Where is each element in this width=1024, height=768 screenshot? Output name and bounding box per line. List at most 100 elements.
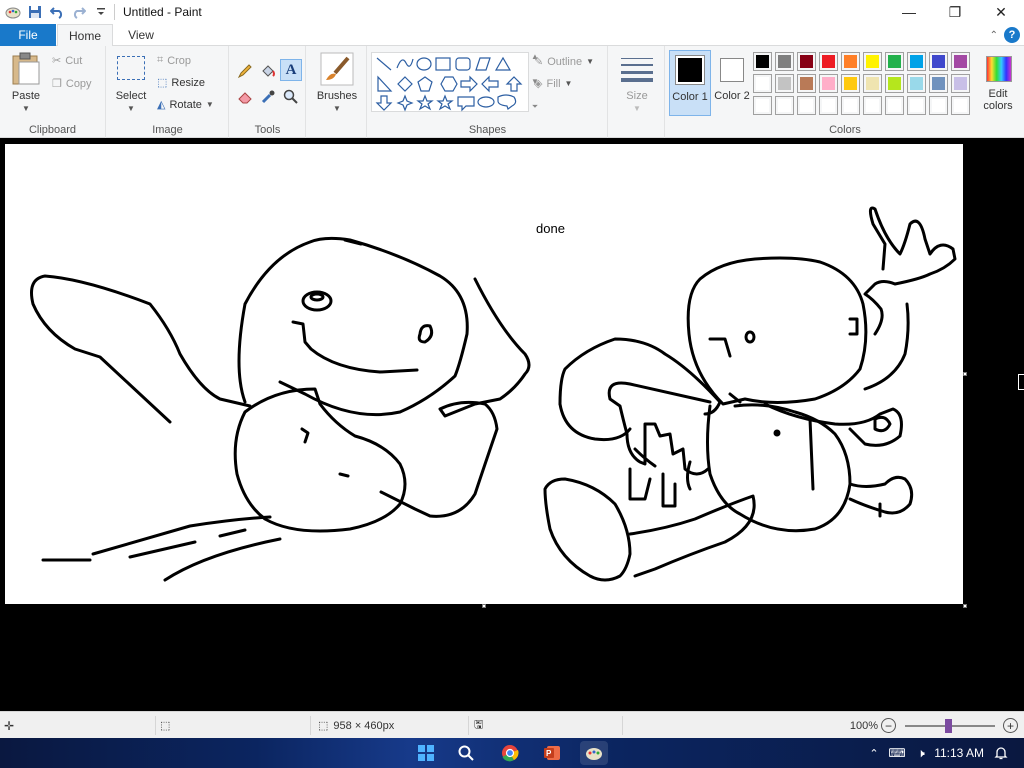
palette-swatch[interactable] (951, 52, 970, 71)
zoom-out-button[interactable]: − (881, 718, 896, 733)
select-button[interactable]: Select ▼ (112, 52, 150, 114)
edit-colors-button[interactable]: Edit colors (974, 50, 1022, 116)
volume-muted-icon: 🕨 (917, 745, 925, 760)
select-dropdown-icon: ▼ (127, 104, 135, 113)
copy-button[interactable]: ❐ Copy (52, 77, 92, 91)
notifications-button[interactable] (990, 741, 1012, 765)
palette-swatch[interactable] (929, 74, 948, 93)
zoom-in-button[interactable]: + (1003, 718, 1018, 733)
customize-quick-access-icon[interactable] (92, 3, 110, 21)
palette-swatch[interactable] (753, 74, 772, 93)
palette-swatch[interactable] (885, 96, 904, 115)
palette-swatch[interactable] (819, 52, 838, 71)
shapes-expand-icon[interactable]: ⏷ (532, 102, 538, 112)
size-button[interactable]: Size ▼ (615, 52, 659, 114)
palette-swatch[interactable] (863, 52, 882, 71)
palette-swatch[interactable] (907, 96, 926, 115)
save-icon[interactable] (26, 3, 44, 21)
magnifier-tool[interactable] (280, 86, 302, 108)
palette-swatch[interactable] (775, 74, 794, 93)
paint-app-icon[interactable] (4, 3, 22, 21)
shapes-gallery-icons (375, 56, 523, 112)
tab-file[interactable]: File (0, 24, 56, 46)
resize-handle-bottom[interactable] (482, 604, 486, 608)
palette-swatch[interactable] (797, 74, 816, 93)
tab-view[interactable]: View (118, 24, 164, 46)
palette-swatch[interactable] (929, 52, 948, 71)
cut-button[interactable]: ✂ Cut (52, 54, 82, 68)
size-label: Size (626, 90, 648, 102)
windows-logo-icon (418, 745, 434, 761)
rotate-button[interactable]: ◭ Rotate ▼ (157, 98, 214, 112)
volume-button[interactable]: 🕨 (910, 741, 932, 765)
drawing-canvas[interactable]: done (5, 144, 963, 604)
collapse-ribbon-icon[interactable]: ⌃ (990, 30, 998, 41)
fill-button[interactable]: ◈ Fill ▼ (534, 77, 572, 91)
close-button[interactable]: ✕ (978, 0, 1024, 24)
palette-swatch[interactable] (841, 96, 860, 115)
pencil-tool[interactable] (234, 60, 256, 82)
outline-button[interactable]: ✎ Outline ▼ (534, 55, 594, 69)
color1-button[interactable]: Color 1 (669, 50, 711, 116)
search-button[interactable] (452, 741, 480, 765)
outline-dropdown-icon: ▼ (586, 57, 594, 66)
resize-handle-right[interactable] (963, 372, 967, 376)
palette-swatch[interactable] (907, 52, 926, 71)
powerpoint-taskbar-button[interactable]: P (538, 741, 566, 765)
chrome-taskbar-button[interactable] (496, 741, 524, 765)
palette-swatch[interactable] (841, 52, 860, 71)
crop-button[interactable]: ⌗ Crop (157, 54, 191, 67)
palette-swatch[interactable] (885, 74, 904, 93)
palette-swatch[interactable] (907, 74, 926, 93)
eraser-tool[interactable] (234, 86, 256, 108)
paint-taskbar-button[interactable] (580, 741, 608, 765)
rainbow-icon (986, 56, 1012, 82)
fill-tool[interactable] (257, 60, 279, 82)
palette-swatch[interactable] (951, 96, 970, 115)
status-separator (622, 716, 623, 735)
show-hidden-icons-button[interactable]: ⌃ (864, 741, 884, 765)
text-tool[interactable]: A (280, 59, 302, 81)
palette-swatch[interactable] (841, 74, 860, 93)
eraser-icon (238, 92, 252, 104)
zoom-slider-thumb[interactable] (945, 719, 952, 733)
palette-swatch[interactable] (775, 96, 794, 115)
brushes-button[interactable]: Brushes ▼ (311, 50, 363, 118)
palette-swatch[interactable] (951, 74, 970, 93)
palette-swatch[interactable] (863, 74, 882, 93)
redo-icon[interactable] (70, 3, 88, 21)
palette-swatch[interactable] (819, 74, 838, 93)
palette-swatch[interactable] (797, 96, 816, 115)
paste-button[interactable]: Paste ▼ (6, 50, 46, 116)
undo-icon[interactable] (48, 3, 66, 21)
network-button[interactable]: ⌨ (886, 741, 908, 765)
maximize-button[interactable]: ❐ (932, 0, 978, 24)
palette-swatch[interactable] (753, 52, 772, 71)
help-button[interactable]: ? (1004, 27, 1020, 43)
palette-swatch-color (756, 77, 769, 90)
start-button[interactable] (412, 741, 440, 765)
resize-handle-corner[interactable] (963, 604, 967, 608)
palette-swatch[interactable] (797, 52, 816, 71)
palette-swatch-color (888, 77, 901, 90)
palette-swatch-color (800, 77, 813, 90)
resize-button[interactable]: ⬚ Resize (157, 76, 205, 90)
zoom-slider[interactable] (905, 719, 995, 733)
palette-swatch-color (932, 55, 945, 68)
shapes-gallery[interactable] (371, 52, 529, 112)
size-dropdown-icon: ▼ (633, 104, 641, 113)
palette-swatch-color (844, 55, 857, 68)
palette-swatch[interactable] (885, 52, 904, 71)
minimize-button[interactable]: — (886, 0, 932, 24)
color-picker-tool[interactable] (257, 86, 279, 108)
palette-swatch[interactable] (929, 96, 948, 115)
palette-swatch[interactable] (863, 96, 882, 115)
color2-button[interactable]: Color 2 (714, 50, 752, 116)
palette-swatch[interactable] (753, 96, 772, 115)
clock[interactable]: 11:13 AM (934, 738, 984, 768)
palette-swatch-color (932, 77, 945, 90)
palette-swatch[interactable] (775, 52, 794, 71)
palette-swatch[interactable] (819, 96, 838, 115)
tab-home[interactable]: Home (57, 24, 113, 47)
text-a-icon: A (285, 61, 297, 78)
